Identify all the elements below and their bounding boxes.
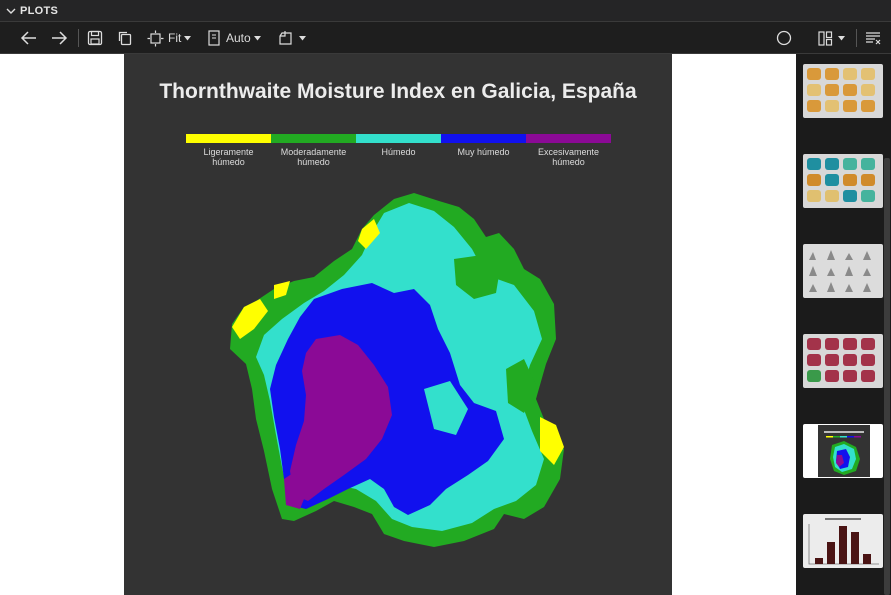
legend-label: Ligeramente húmedo bbox=[203, 147, 254, 167]
export-icon bbox=[278, 30, 295, 46]
legend-item-excesivamente-humedo: Excesivamente húmedo bbox=[526, 134, 611, 167]
forward-arrow-icon[interactable] bbox=[50, 28, 68, 48]
thumb-bar-chart[interactable] bbox=[803, 514, 883, 568]
caret-down-icon bbox=[838, 35, 845, 41]
galicia-moisture-map bbox=[230, 193, 564, 547]
plots-toolbar: Fit Auto bbox=[0, 23, 891, 54]
plot-viewer: Thornthwaite Moisture Index en Galicia, … bbox=[0, 54, 796, 595]
export-button[interactable] bbox=[278, 28, 306, 48]
caret-down-icon bbox=[253, 35, 261, 41]
chevron-down-icon[interactable] bbox=[6, 6, 16, 16]
panel-title: PLOTS bbox=[20, 4, 59, 17]
legend-swatch bbox=[356, 134, 441, 143]
thumb-teal-maps[interactable] bbox=[803, 154, 883, 208]
sidebar-scrollbar[interactable] bbox=[884, 158, 890, 595]
save-icon[interactable] bbox=[87, 28, 103, 48]
fit-label: Fit bbox=[168, 31, 182, 45]
legend-swatch bbox=[186, 134, 271, 143]
legend-label: Excesivamente húmedo bbox=[537, 147, 600, 167]
thumb-red-maps[interactable] bbox=[803, 334, 883, 388]
legend-swatch bbox=[526, 134, 611, 143]
layout-icon bbox=[818, 30, 833, 46]
back-arrow-icon[interactable] bbox=[20, 28, 38, 48]
plot-history-sidebar bbox=[796, 54, 891, 595]
thumb-moisture-map[interactable] bbox=[803, 424, 883, 478]
zoom-fit-button[interactable]: Fit bbox=[147, 28, 192, 48]
page-size-button[interactable]: Auto bbox=[208, 28, 261, 48]
legend-swatch bbox=[271, 134, 356, 143]
layout-button[interactable] bbox=[818, 28, 845, 48]
legend-swatch bbox=[441, 134, 526, 143]
legend-label: Muy húmedo bbox=[457, 147, 510, 157]
caret-down-icon bbox=[184, 35, 192, 41]
circle-icon[interactable] bbox=[776, 28, 792, 48]
legend-item-moderadamente-humedo: Moderadamente húmedo bbox=[271, 134, 356, 167]
plots-panel-header[interactable]: PLOTS bbox=[0, 0, 891, 22]
copy-icon[interactable] bbox=[117, 28, 133, 48]
legend-label: Moderadamente húmedo bbox=[280, 147, 347, 167]
page-size-icon bbox=[208, 30, 220, 46]
zoom-fit-icon bbox=[147, 30, 164, 47]
clear-list-icon[interactable] bbox=[865, 28, 881, 48]
legend-label: Húmedo bbox=[381, 147, 416, 157]
plot-title: Thornthwaite Moisture Index en Galicia, … bbox=[159, 80, 637, 103]
caret-down-icon bbox=[299, 35, 306, 41]
thumb-histograms[interactable] bbox=[803, 244, 883, 298]
legend-item-ligeramente-humedo: Ligeramente húmedo bbox=[186, 134, 271, 167]
legend-item-humedo: Húmedo bbox=[356, 134, 441, 157]
legend-item-muy-humedo: Muy húmedo bbox=[441, 134, 526, 157]
thumb-orange-maps[interactable] bbox=[803, 64, 883, 118]
plot-image: Thornthwaite Moisture Index en Galicia, … bbox=[124, 54, 672, 595]
auto-label: Auto bbox=[226, 31, 251, 45]
